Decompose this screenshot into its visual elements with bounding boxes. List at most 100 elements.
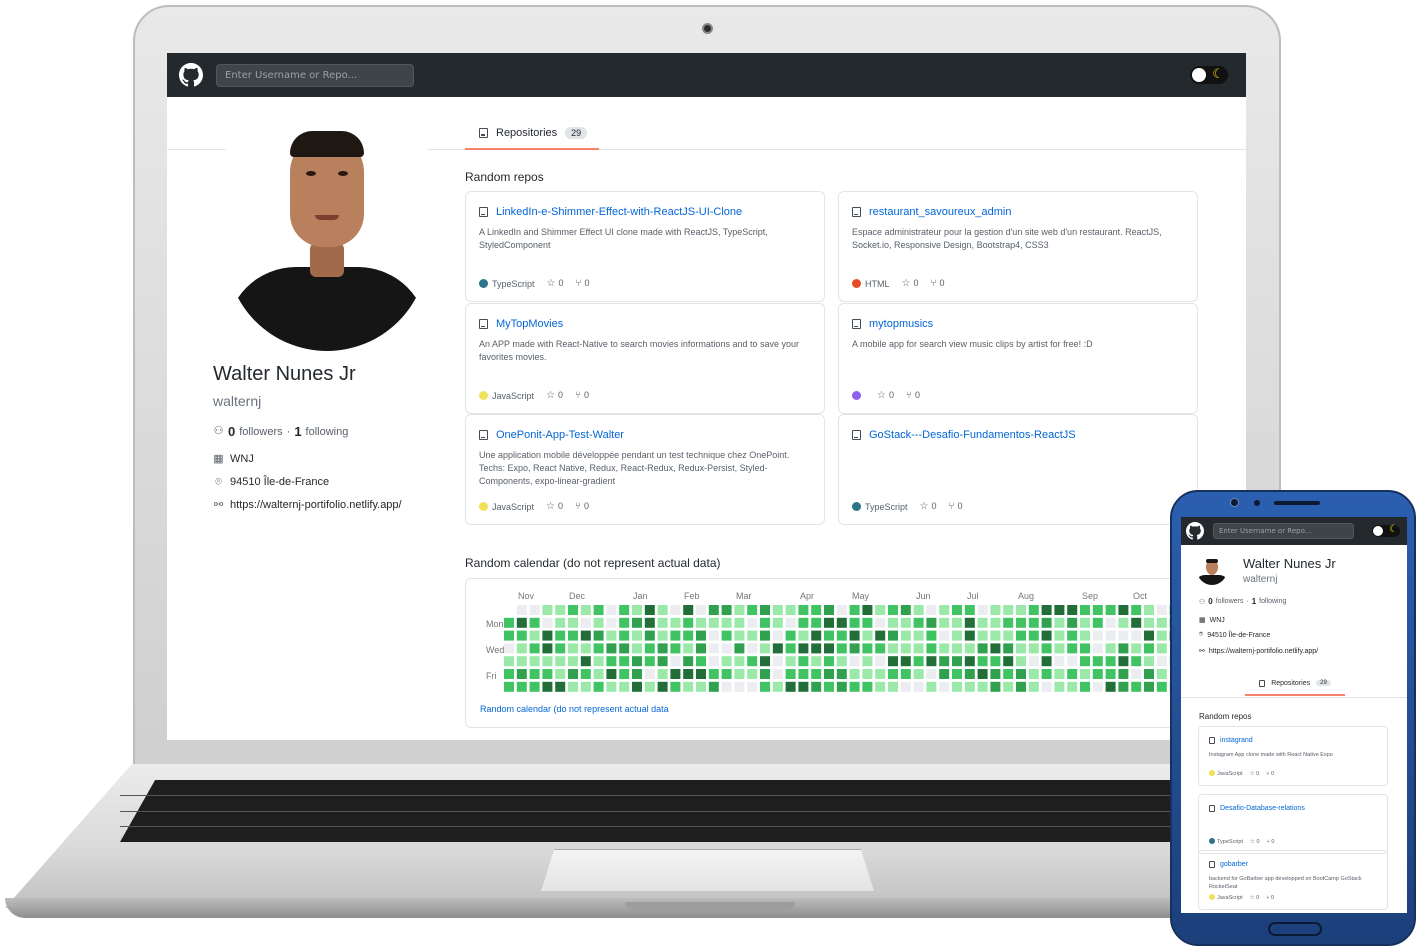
calendar-day-cell[interactable] <box>632 605 642 615</box>
calendar-day-cell[interactable] <box>952 669 962 679</box>
calendar-day-cell[interactable] <box>1131 605 1142 615</box>
calendar-day-cell[interactable] <box>785 630 796 641</box>
calendar-day-cell[interactable] <box>734 617 745 628</box>
repo-stars[interactable]: ☆ 0 <box>1250 771 1260 777</box>
calendar-day-cell[interactable] <box>1080 605 1090 615</box>
calendar-day-cell[interactable] <box>580 630 591 641</box>
calendar-day-cell[interactable] <box>747 681 758 692</box>
calendar-day-cell[interactable] <box>619 656 630 667</box>
calendar-day-cell[interactable] <box>568 605 578 615</box>
calendar-day-cell[interactable] <box>772 643 783 654</box>
repo-title[interactable]: mytopmusics <box>852 318 933 330</box>
calendar-day-cell[interactable] <box>1003 617 1014 628</box>
calendar-day-cell[interactable] <box>1105 605 1116 615</box>
calendar-day-cell[interactable] <box>721 681 732 692</box>
calendar-day-cell[interactable] <box>952 605 962 615</box>
calendar-day-cell[interactable] <box>516 617 527 628</box>
calendar-day-cell[interactable] <box>708 605 719 615</box>
repo-title[interactable]: OnePonit-App-Test-Walter <box>479 429 624 441</box>
calendar-day-cell[interactable] <box>862 605 873 615</box>
followers-label[interactable]: followers <box>239 426 282 438</box>
calendar-day-cell[interactable] <box>888 669 898 679</box>
calendar-day-cell[interactable] <box>606 681 617 692</box>
calendar-day-cell[interactable] <box>529 630 540 641</box>
repo-forks[interactable]: ⑂ 0 <box>1266 771 1274 777</box>
calendar-day-cell[interactable] <box>1041 656 1052 667</box>
calendar-day-cell[interactable] <box>683 643 694 654</box>
mobile-repo-card[interactable]: Desafio-Database-relations TypeScript ☆ 0 ⑂… <box>1198 794 1388 854</box>
calendar-day-cell[interactable] <box>1054 605 1065 615</box>
calendar-day-cell[interactable] <box>670 605 681 615</box>
repo-card[interactable]: restaurant_savoureux_admin Espace adminis… <box>838 191 1198 302</box>
calendar-day-cell[interactable] <box>824 630 834 641</box>
repo-title[interactable]: LinkedIn-e-Shimmer-Effect-with-ReactJS-U… <box>479 206 742 218</box>
calendar-day-cell[interactable] <box>964 605 975 615</box>
calendar-day-cell[interactable] <box>1080 617 1090 628</box>
calendar-day-cell[interactable] <box>696 605 706 615</box>
calendar-day-cell[interactable] <box>1080 681 1090 692</box>
calendar-day-cell[interactable] <box>811 630 822 641</box>
calendar-day-cell[interactable] <box>1054 656 1065 667</box>
calendar-day-cell[interactable] <box>862 681 873 692</box>
calendar-day-cell[interactable] <box>875 656 886 667</box>
calendar-day-cell[interactable] <box>1016 617 1026 628</box>
calendar-day-cell[interactable] <box>721 617 732 628</box>
calendar-day-cell[interactable] <box>504 669 514 679</box>
calendar-day-cell[interactable] <box>1041 643 1052 654</box>
calendar-day-cell[interactable] <box>734 643 745 654</box>
calendar-day-cell[interactable] <box>926 643 937 654</box>
calendar-day-cell[interactable] <box>632 643 642 654</box>
calendar-day-cell[interactable] <box>1028 681 1039 692</box>
calendar-day-cell[interactable] <box>696 617 706 628</box>
calendar-day-cell[interactable] <box>760 669 770 679</box>
followers-count[interactable]: 0 <box>1208 597 1212 606</box>
calendar-day-cell[interactable] <box>644 605 655 615</box>
calendar-day-cell[interactable] <box>1156 681 1167 692</box>
search-input[interactable] <box>216 64 414 87</box>
calendar-day-cell[interactable] <box>747 669 758 679</box>
calendar-day-cell[interactable] <box>708 656 719 667</box>
tab-repositories[interactable]: Repositories 29 <box>465 117 599 150</box>
calendar-day-cell[interactable] <box>952 681 962 692</box>
theme-toggle[interactable]: ☾ <box>1190 66 1228 84</box>
repo-card[interactable]: mytopmusics A mobile app for search view … <box>838 303 1198 414</box>
calendar-day-cell[interactable] <box>977 669 988 679</box>
calendar-day-cell[interactable] <box>926 617 937 628</box>
calendar-day-cell[interactable] <box>785 643 796 654</box>
calendar-day-cell[interactable] <box>1003 681 1014 692</box>
calendar-day-cell[interactable] <box>1118 669 1129 679</box>
repo-card[interactable]: LinkedIn-e-Shimmer-Effect-with-ReactJS-U… <box>465 191 825 302</box>
calendar-day-cell[interactable] <box>555 605 566 615</box>
calendar-day-cell[interactable] <box>964 630 975 641</box>
calendar-link[interactable]: Random calendar (do not represent actual… <box>480 704 669 714</box>
calendar-day-cell[interactable] <box>977 656 988 667</box>
calendar-day-cell[interactable] <box>747 643 758 654</box>
calendar-day-cell[interactable] <box>1092 669 1103 679</box>
followers-count[interactable]: 0 <box>228 424 235 439</box>
calendar-day-cell[interactable] <box>990 681 1001 692</box>
calendar-day-cell[interactable] <box>798 681 809 692</box>
calendar-day-cell[interactable] <box>1118 643 1129 654</box>
calendar-day-cell[interactable] <box>1041 617 1052 628</box>
calendar-day-cell[interactable] <box>1003 630 1014 641</box>
calendar-day-cell[interactable] <box>798 656 809 667</box>
calendar-day-cell[interactable] <box>580 669 591 679</box>
calendar-day-cell[interactable] <box>593 617 604 628</box>
calendar-day-cell[interactable] <box>644 669 655 679</box>
calendar-day-cell[interactable] <box>1016 669 1026 679</box>
calendar-day-cell[interactable] <box>555 630 566 641</box>
calendar-day-cell[interactable] <box>1118 617 1129 628</box>
calendar-day-cell[interactable] <box>606 643 617 654</box>
calendar-day-cell[interactable] <box>644 617 655 628</box>
calendar-day-cell[interactable] <box>900 656 911 667</box>
calendar-day-cell[interactable] <box>1080 656 1090 667</box>
calendar-day-cell[interactable] <box>1041 669 1052 679</box>
profile-website[interactable]: ⚯ https://walternj-portifolio.netlify.ap… <box>213 499 402 511</box>
calendar-day-cell[interactable] <box>644 656 655 667</box>
calendar-day-cell[interactable] <box>619 605 630 615</box>
calendar-day-cell[interactable] <box>977 681 988 692</box>
repo-name[interactable]: restaurant_savoureux_admin <box>869 206 1011 218</box>
calendar-day-cell[interactable] <box>913 605 924 615</box>
calendar-day-cell[interactable] <box>683 630 694 641</box>
calendar-day-cell[interactable] <box>836 656 847 667</box>
